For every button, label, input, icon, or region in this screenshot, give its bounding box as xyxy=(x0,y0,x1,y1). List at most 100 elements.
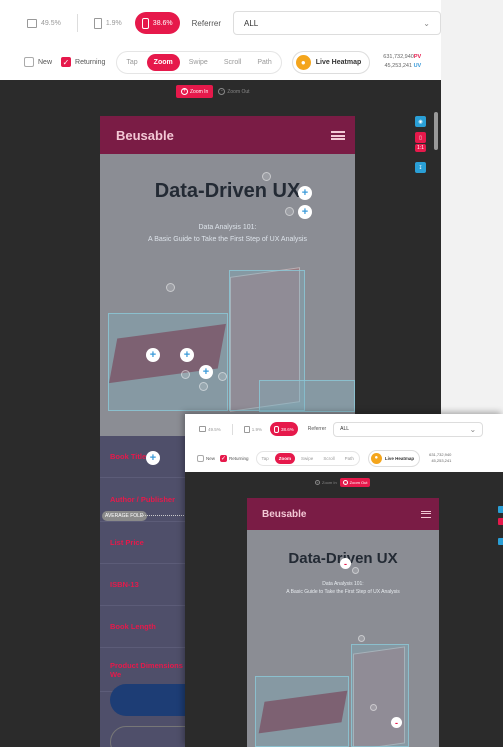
returning-checkbox[interactable]: ✓ Returning xyxy=(61,57,105,67)
uv-value: 45,253,241 xyxy=(384,63,413,69)
inset-tab-tap[interactable]: Tap xyxy=(258,453,273,464)
inset-subtitle-line-1: Data Analysis 101: xyxy=(322,581,364,587)
inset-tab-path[interactable]: Path xyxy=(341,453,358,464)
inset-tab-swipe[interactable]: Swipe xyxy=(297,453,317,464)
mobile-icon xyxy=(141,17,149,29)
heatmap-mode-tabs: Tap Zoom Swipe Scroll Path xyxy=(116,50,282,74)
pv-value: 631,732,940 xyxy=(383,54,414,60)
live-icon: ● xyxy=(370,452,382,464)
minus-icon: - xyxy=(342,480,348,485)
tab-path[interactable]: Path xyxy=(250,54,278,71)
desktop-icon xyxy=(27,18,37,28)
download-icon[interactable] xyxy=(498,538,503,545)
mobile-badge-icon[interactable]: ▯ xyxy=(415,132,426,143)
new-label: New xyxy=(38,58,53,66)
inset-zoom-toggle: + Zoom In - Zoom Out xyxy=(312,478,371,487)
live-icon: ● xyxy=(295,54,311,70)
inset-page-preview: Beusable Data-Driven UX Data Analysis 10… xyxy=(247,498,439,747)
inset-device-tablet[interactable]: 1.9% xyxy=(240,422,266,436)
hamburger-icon xyxy=(421,510,431,518)
device-toolbar: 49.5% 1.9% 38.6% Referrer ALL ⌄ xyxy=(0,0,441,46)
divider xyxy=(231,423,233,435)
checkbox-checked[interactable]: ✓ xyxy=(61,57,72,67)
inset-returning-checkbox[interactable]: ✓ Returning xyxy=(220,454,249,462)
inset-referrer-select[interactable]: ALL ⌄ xyxy=(333,421,484,437)
tab-scroll[interactable]: Scroll xyxy=(217,54,249,71)
live-heatmap-button[interactable]: ● Live Heatmap xyxy=(291,50,371,74)
device-mobile-button[interactable]: 38.6% xyxy=(134,12,180,34)
product-details-table: Book Title Author / Publisher List Price… xyxy=(100,436,200,747)
inset-referrer-value: ALL xyxy=(340,426,350,432)
mobile-badge-icon[interactable] xyxy=(498,518,503,525)
referrer-select[interactable]: ALL ⌄ xyxy=(233,11,441,35)
site-logo: Beusable xyxy=(116,127,174,143)
zoom-in-marker: + xyxy=(199,365,213,379)
inset-new-checkbox[interactable]: New xyxy=(197,454,215,462)
chevron-down-icon: ⌄ xyxy=(469,424,477,434)
inset-tab-scroll[interactable]: Scroll xyxy=(319,453,338,464)
page-headline: Data-Driven UX xyxy=(154,180,301,202)
inset-device-mobile[interactable]: 38.6% xyxy=(270,422,298,436)
average-fold-label: AVERAGE FOLD xyxy=(102,511,147,521)
table-row: List Price xyxy=(100,522,195,564)
eye-icon[interactable] xyxy=(498,506,503,513)
inset-device-toolbar: 49.5% 1.9% 38.6% Referrer ALL ⌄ xyxy=(185,414,503,444)
inset-zoom-out-button[interactable]: - Zoom Out xyxy=(339,478,371,487)
inset-live-label: Live Heatmap xyxy=(384,455,415,461)
average-fold-line xyxy=(140,515,188,516)
pv-label: PV xyxy=(413,54,422,60)
zoom-in-marker: + xyxy=(298,186,312,200)
mobile-icon xyxy=(274,425,280,433)
inset-tablet-share: 1.9% xyxy=(251,426,263,432)
ghost-marker xyxy=(262,172,271,181)
inset-filter-toolbar: New ✓ Returning Tap Zoom Swipe Scroll Pat… xyxy=(185,444,503,472)
ghost-marker xyxy=(166,283,175,292)
plus-icon: + xyxy=(315,480,320,485)
inset-referrer-label: Referrer xyxy=(307,426,327,432)
subtitle-line-2: A Basic Guide to Take the First Step of … xyxy=(147,236,307,243)
zoom-out-preview-inset: 49.5% 1.9% 38.6% Referrer ALL ⌄ New ✓ Retu… xyxy=(185,414,503,747)
ghost-marker xyxy=(370,704,377,711)
inset-returning-label: Returning xyxy=(229,455,249,461)
tablet-icon xyxy=(243,425,250,433)
chevron-down-icon: ⌄ xyxy=(423,18,430,28)
eye-icon[interactable]: ◉ xyxy=(415,116,426,127)
uv-label: UV xyxy=(413,63,422,69)
desktop-icon xyxy=(199,426,206,432)
checkbox-unchecked[interactable] xyxy=(24,57,34,67)
zoom-in-marker: + xyxy=(146,348,160,362)
new-checkbox[interactable]: New xyxy=(24,57,52,67)
inset-device-desktop[interactable]: 49.5% xyxy=(195,422,225,436)
returning-label: Returning xyxy=(75,58,106,66)
ghost-marker xyxy=(358,635,365,642)
download-icon[interactable]: ↧ xyxy=(415,162,426,173)
tab-tap[interactable]: Tap xyxy=(119,54,144,71)
tablet-icon xyxy=(93,17,102,29)
referrer-label: Referrer xyxy=(191,18,221,28)
inset-live-heatmap-button[interactable]: ● Live Heatmap xyxy=(367,449,421,467)
inset-subtitle: Data Analysis 101: A Basic Guide to Take… xyxy=(247,580,439,596)
zoom-out-marker: - xyxy=(391,717,402,728)
referrer-value: ALL xyxy=(244,18,259,28)
zoom-in-marker: + xyxy=(180,348,194,362)
inset-tab-zoom[interactable]: Zoom xyxy=(274,452,296,464)
zoom-out-marker: - xyxy=(340,558,351,569)
device-tablet-button[interactable]: 1.9% xyxy=(87,12,129,34)
checkbox-unchecked[interactable] xyxy=(197,454,204,462)
zoom-area-highlight xyxy=(255,676,349,747)
ghost-marker xyxy=(218,372,227,381)
inset-zoom-in-button[interactable]: + Zoom In xyxy=(312,478,340,487)
zoom-in-button[interactable]: + Zoom In xyxy=(176,85,214,98)
inset-site-logo: Beusable xyxy=(262,508,307,520)
tab-zoom[interactable]: Zoom xyxy=(146,53,180,71)
checkbox-checked[interactable]: ✓ xyxy=(220,454,228,462)
ghost-marker xyxy=(352,567,359,574)
vertical-scrollbar[interactable] xyxy=(434,112,438,150)
mobile-share: 38.6% xyxy=(152,19,173,27)
zoom-out-button[interactable]: - Zoom Out xyxy=(213,85,254,98)
inset-traffic-stats: 631,732,940 45,253,241 xyxy=(429,452,451,464)
subtitle-line-1: Data Analysis 101: xyxy=(198,224,257,231)
device-desktop-button[interactable]: 49.5% xyxy=(20,12,68,34)
inset-mobile-share: 38.6% xyxy=(281,426,294,432)
tab-swipe[interactable]: Swipe xyxy=(182,54,215,71)
